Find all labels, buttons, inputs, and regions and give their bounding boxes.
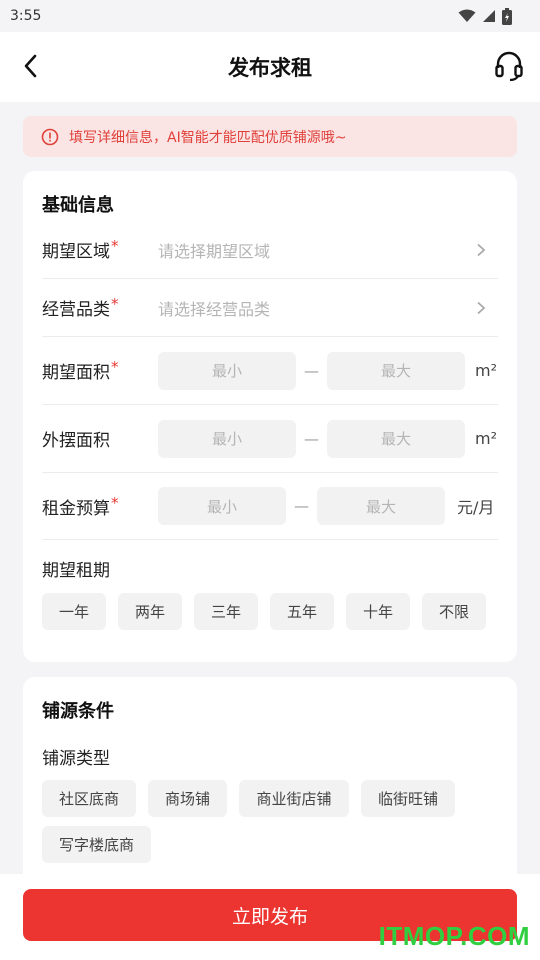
range-dash: — bbox=[304, 429, 319, 448]
shop-type-frontage[interactable]: 临街旺铺 bbox=[361, 780, 455, 817]
notice-text: 填写详细信息，AI智能才能匹配优质铺源哦~ bbox=[69, 129, 347, 146]
term-option-unlimited[interactable]: 不限 bbox=[422, 593, 486, 630]
area-placeholder: 请选择期望区域 bbox=[158, 241, 271, 261]
signal-icon bbox=[483, 10, 495, 22]
outdoor-unit: m² bbox=[475, 429, 497, 448]
watermark: ITMOP.COM bbox=[378, 921, 530, 951]
budget-max-input[interactable]: 最大 bbox=[317, 487, 445, 525]
status-time: 3:55 bbox=[10, 8, 42, 24]
size-max-input[interactable]: 最大 bbox=[327, 351, 465, 390]
range-dash: — bbox=[294, 497, 309, 515]
nav-bar: 发布求租 bbox=[0, 32, 540, 102]
page-title: 发布求租 bbox=[228, 56, 312, 80]
area-select-row[interactable]: 期望区域* 请选择期望区域 bbox=[42, 221, 498, 279]
required-mark: * bbox=[111, 493, 119, 512]
outdoor-label: 外摆面积 bbox=[42, 431, 110, 451]
outdoor-range-row: 外摆面积 最小 — 最大 m² bbox=[42, 405, 498, 473]
shop-type-mall[interactable]: 商场铺 bbox=[148, 780, 227, 817]
status-icons bbox=[458, 7, 512, 25]
info-notice: 填写详细信息，AI智能才能匹配优质铺源哦~ bbox=[23, 116, 517, 157]
outdoor-max-input[interactable]: 最大 bbox=[327, 419, 465, 458]
info-icon bbox=[41, 128, 59, 145]
term-option-1y[interactable]: 一年 bbox=[42, 593, 106, 630]
outdoor-min-input[interactable]: 最小 bbox=[158, 419, 296, 458]
required-mark: * bbox=[111, 358, 119, 376]
term-option-2y[interactable]: 两年 bbox=[118, 593, 182, 630]
budget-range-row: 租金预算* 最小 — 最大 元/月 bbox=[42, 473, 498, 540]
headset-icon[interactable] bbox=[494, 50, 524, 82]
category-select-row[interactable]: 经营品类* 请选择经营品类 bbox=[42, 279, 498, 337]
shop-conditions-card: 铺源条件 铺源类型 社区底商 商场铺 商业街店铺 临街旺铺 写字楼底商 bbox=[23, 677, 517, 887]
size-min-input[interactable]: 最小 bbox=[158, 351, 296, 390]
shop-type-office[interactable]: 写字楼底商 bbox=[42, 826, 151, 863]
budget-label: 租金预算* bbox=[42, 493, 119, 519]
term-option-10y[interactable]: 十年 bbox=[346, 593, 410, 630]
chevron-right-icon bbox=[477, 301, 486, 314]
basic-info-card: 基础信息 期望区域* 请选择期望区域 经营品类* 请选择经营品类 期望面积* 最… bbox=[23, 171, 517, 662]
chevron-right-icon bbox=[477, 243, 486, 256]
shop-conditions-heading: 铺源条件 bbox=[42, 701, 114, 722]
category-placeholder: 请选择经营品类 bbox=[158, 299, 271, 319]
size-unit: m² bbox=[475, 361, 497, 380]
required-mark: * bbox=[111, 237, 119, 255]
term-option-5y[interactable]: 五年 bbox=[270, 593, 334, 630]
budget-min-input[interactable]: 最小 bbox=[158, 487, 286, 525]
category-label: 经营品类* bbox=[42, 295, 119, 320]
term-label: 期望租期 bbox=[42, 561, 110, 581]
size-range-row: 期望面积* 最小 — 最大 m² bbox=[42, 337, 498, 405]
shop-type-community[interactable]: 社区底商 bbox=[42, 780, 136, 817]
size-label: 期望面积* bbox=[42, 358, 119, 383]
shop-type-label: 铺源类型 bbox=[42, 749, 110, 769]
basic-info-heading: 基础信息 bbox=[42, 195, 114, 216]
area-label: 期望区域* bbox=[42, 237, 119, 262]
budget-unit: 元/月 bbox=[457, 498, 495, 517]
back-arrow-icon[interactable] bbox=[18, 52, 46, 80]
battery-icon bbox=[502, 7, 512, 25]
shop-type-street[interactable]: 商业街店铺 bbox=[239, 780, 349, 817]
wifi-icon bbox=[458, 9, 476, 22]
term-option-3y[interactable]: 三年 bbox=[194, 593, 258, 630]
status-bar: 3:55 bbox=[0, 0, 540, 32]
range-dash: — bbox=[304, 361, 319, 380]
required-mark: * bbox=[111, 295, 119, 313]
